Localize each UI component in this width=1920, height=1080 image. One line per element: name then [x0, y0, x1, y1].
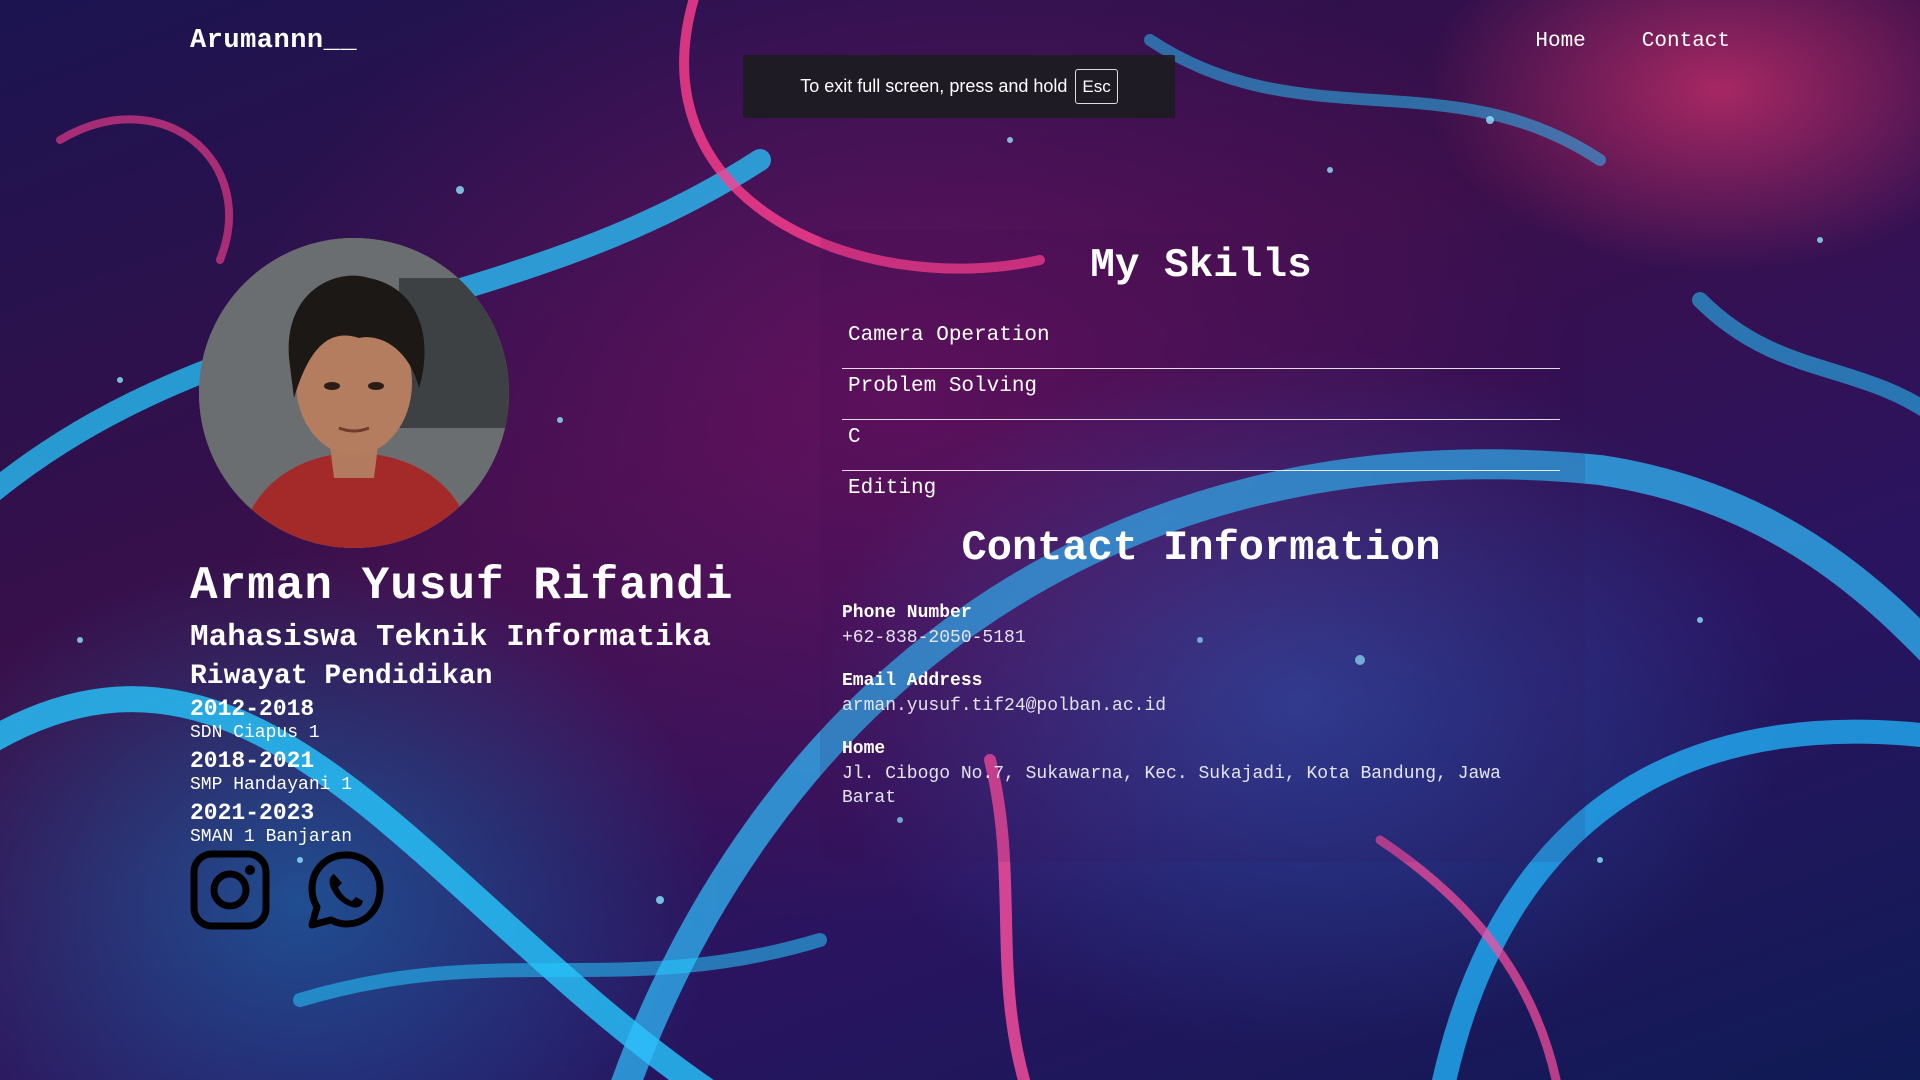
skill-item: C — [842, 420, 1560, 471]
skill-item: Camera Operation — [842, 318, 1560, 369]
whatsapp-icon — [308, 851, 384, 929]
skill-item: Problem Solving — [842, 369, 1560, 420]
contact-title: Contact Information — [961, 524, 1441, 572]
instagram-icon — [190, 850, 270, 930]
social-links — [190, 850, 386, 935]
top-nav: Home Contact — [1535, 30, 1730, 53]
instagram-link[interactable] — [190, 850, 270, 935]
education-school: SDN Ciapus 1 — [190, 723, 320, 743]
skills-list: Camera Operation Problem Solving C Editi… — [842, 318, 1560, 522]
education-entry: 2018-2021 SMP Handayani 1 — [190, 748, 734, 796]
nav-contact-link[interactable]: Contact — [1642, 30, 1730, 53]
home-address-label: Home — [842, 739, 886, 759]
esc-key-badge: Esc — [1075, 69, 1118, 104]
profile-name: Arman Yusuf Rifandi — [190, 560, 734, 612]
phone-value: +62-838-2050-5181 — [842, 628, 1026, 648]
contact-info: Phone Number +62-838-2050-5181 Email Add… — [842, 600, 1560, 828]
education-entry: 2012-2018 SDN Ciapus 1 — [190, 696, 734, 744]
education-years: 2012-2018 — [190, 696, 315, 722]
nav-home-link[interactable]: Home — [1535, 30, 1585, 53]
brand-logo[interactable]: Arumannn__ — [190, 26, 357, 56]
home-address-value: Jl. Cibogo No.7, Sukawarna, Kec. Sukajad… — [842, 764, 1501, 808]
fullscreen-notice-text: To exit full screen, press and hold — [800, 76, 1068, 96]
phone-label: Phone Number — [842, 603, 972, 623]
education-entry: 2021-2023 SMAN 1 Banjaran — [190, 800, 734, 848]
email-value: arman.yusuf.tif24@polban.ac.id — [842, 696, 1167, 716]
profile-info: Arman Yusuf Rifandi Mahasiswa Teknik Inf… — [190, 560, 734, 848]
education-school: SMAN 1 Banjaran — [190, 827, 353, 847]
profile-photo — [199, 238, 509, 548]
fullscreen-exit-notice: To exit full screen, press and hold Esc — [743, 55, 1175, 118]
skills-title: My Skills — [1090, 243, 1312, 289]
email-label: Email Address — [842, 671, 983, 691]
education-heading: Riwayat Pendidikan — [190, 661, 493, 692]
skill-item: Editing — [848, 477, 937, 500]
whatsapp-link[interactable] — [306, 850, 386, 935]
education-years: 2018-2021 — [190, 748, 315, 774]
education-years: 2021-2023 — [190, 800, 315, 826]
profile-role: Mahasiswa Teknik Informatika — [190, 620, 711, 655]
education-school: SMP Handayani 1 — [190, 775, 353, 795]
